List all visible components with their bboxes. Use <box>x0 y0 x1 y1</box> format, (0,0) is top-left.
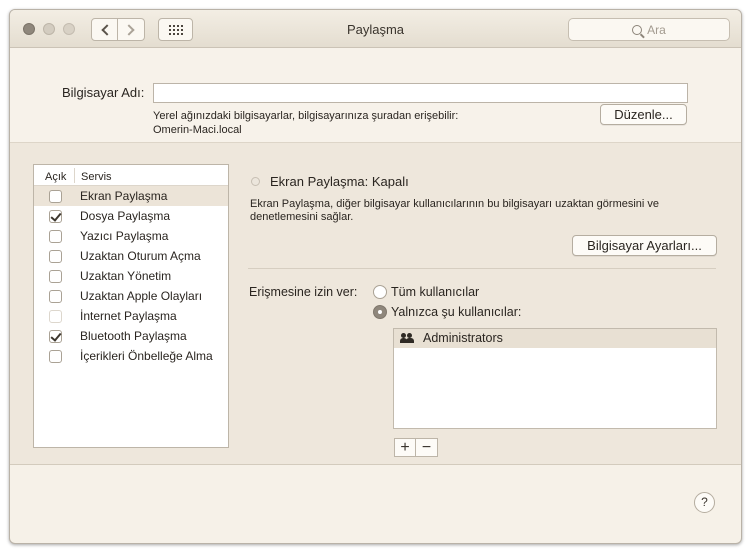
add-user-button[interactable]: + <box>394 438 416 457</box>
search-icon <box>632 24 643 35</box>
divider <box>248 268 716 269</box>
service-rows: Ekran Paylaşma Dosya Paylaşma Yazıcı Payla… <box>34 186 228 366</box>
services-section: Açık Servis Ekran Paylaşma Dosya Paylaşma… <box>10 143 741 465</box>
service-checkbox[interactable] <box>49 190 62 203</box>
service-checkbox[interactable] <box>49 350 62 363</box>
access-label: Erişmesine izin ver: <box>249 285 358 299</box>
computer-name-info: Yerel ağınızdaki bilgisayarlar, bilgisay… <box>153 110 459 122</box>
service-row[interactable]: Bluetooth Paylaşma <box>34 326 228 346</box>
service-checkbox[interactable] <box>49 210 62 223</box>
list-item[interactable]: Administrators <box>394 329 716 348</box>
help-button[interactable]: ? <box>694 492 715 513</box>
service-name: Uzaktan Apple Olayları <box>80 289 203 303</box>
computer-name-section: Bilgisayar Adı: Yerel ağınızdaki bilgisa… <box>10 48 741 143</box>
computer-settings-button[interactable]: Bilgisayar Ayarları... <box>572 235 717 256</box>
service-list-header: Açık Servis <box>34 165 228 186</box>
service-checkbox[interactable] <box>49 250 62 263</box>
remove-user-button[interactable]: − <box>416 438 438 457</box>
column-header-on[interactable]: Açık <box>45 171 66 183</box>
service-name: Uzaktan Oturum Açma <box>80 249 201 263</box>
service-row[interactable]: Dosya Paylaşma <box>34 206 228 226</box>
service-description: Ekran Paylaşma, diğer bilgisayar kullanı… <box>250 198 660 223</box>
search-placeholder: Ara <box>647 22 666 37</box>
radio-all-users-label[interactable]: Tüm kullanıcılar <box>391 285 479 299</box>
service-status: Ekran Paylaşma: Kapalı <box>270 174 409 189</box>
edit-button[interactable]: Düzenle... <box>600 104 687 125</box>
column-separator <box>74 168 75 183</box>
search-field[interactable]: Ara <box>568 18 730 41</box>
sharing-window: Paylaşma Ara Bilgisayar Adı: Yerel ağını… <box>9 9 742 544</box>
service-list[interactable]: Açık Servis Ekran Paylaşma Dosya Paylaşma… <box>33 164 229 448</box>
service-checkbox[interactable] <box>49 290 62 303</box>
column-header-service[interactable]: Servis <box>81 171 112 183</box>
service-row[interactable]: Yazıcı Paylaşma <box>34 226 228 246</box>
service-checkbox <box>49 310 62 323</box>
service-checkbox[interactable] <box>49 330 62 343</box>
computer-name-input[interactable] <box>153 83 688 103</box>
service-name: Bluetooth Paylaşma <box>80 329 187 343</box>
service-row[interactable]: İçerikleri Önbelleğe Alma <box>34 346 228 366</box>
service-name: Uzaktan Yönetim <box>80 269 172 283</box>
computer-name-label: Bilgisayar Adı: <box>62 85 145 100</box>
service-name: İçerikleri Önbelleğe Alma <box>80 349 213 363</box>
user-name: Administrators <box>423 331 503 345</box>
service-row[interactable]: İnternet Paylaşma <box>34 306 228 326</box>
allowed-users-list[interactable]: Administrators <box>393 328 717 429</box>
service-row[interactable]: Uzaktan Oturum Açma <box>34 246 228 266</box>
service-name: Ekran Paylaşma <box>80 189 168 203</box>
service-row[interactable]: Uzaktan Apple Olayları <box>34 286 228 306</box>
users-group-icon <box>400 333 416 344</box>
local-hostname: Omerin-Maci.local <box>153 124 242 136</box>
status-indicator <box>251 177 260 186</box>
title-bar: Paylaşma Ara <box>10 10 741 48</box>
radio-all-users[interactable] <box>373 285 387 299</box>
service-row[interactable]: Ekran Paylaşma <box>34 186 228 206</box>
radio-only-users[interactable] <box>373 305 387 319</box>
service-checkbox[interactable] <box>49 230 62 243</box>
service-name: Dosya Paylaşma <box>80 209 171 223</box>
service-row[interactable]: Uzaktan Yönetim <box>34 266 228 286</box>
radio-only-users-label[interactable]: Yalnızca şu kullanıcılar: <box>391 305 521 319</box>
service-name: İnternet Paylaşma <box>80 309 177 323</box>
service-name: Yazıcı Paylaşma <box>80 229 169 243</box>
service-checkbox[interactable] <box>49 270 62 283</box>
